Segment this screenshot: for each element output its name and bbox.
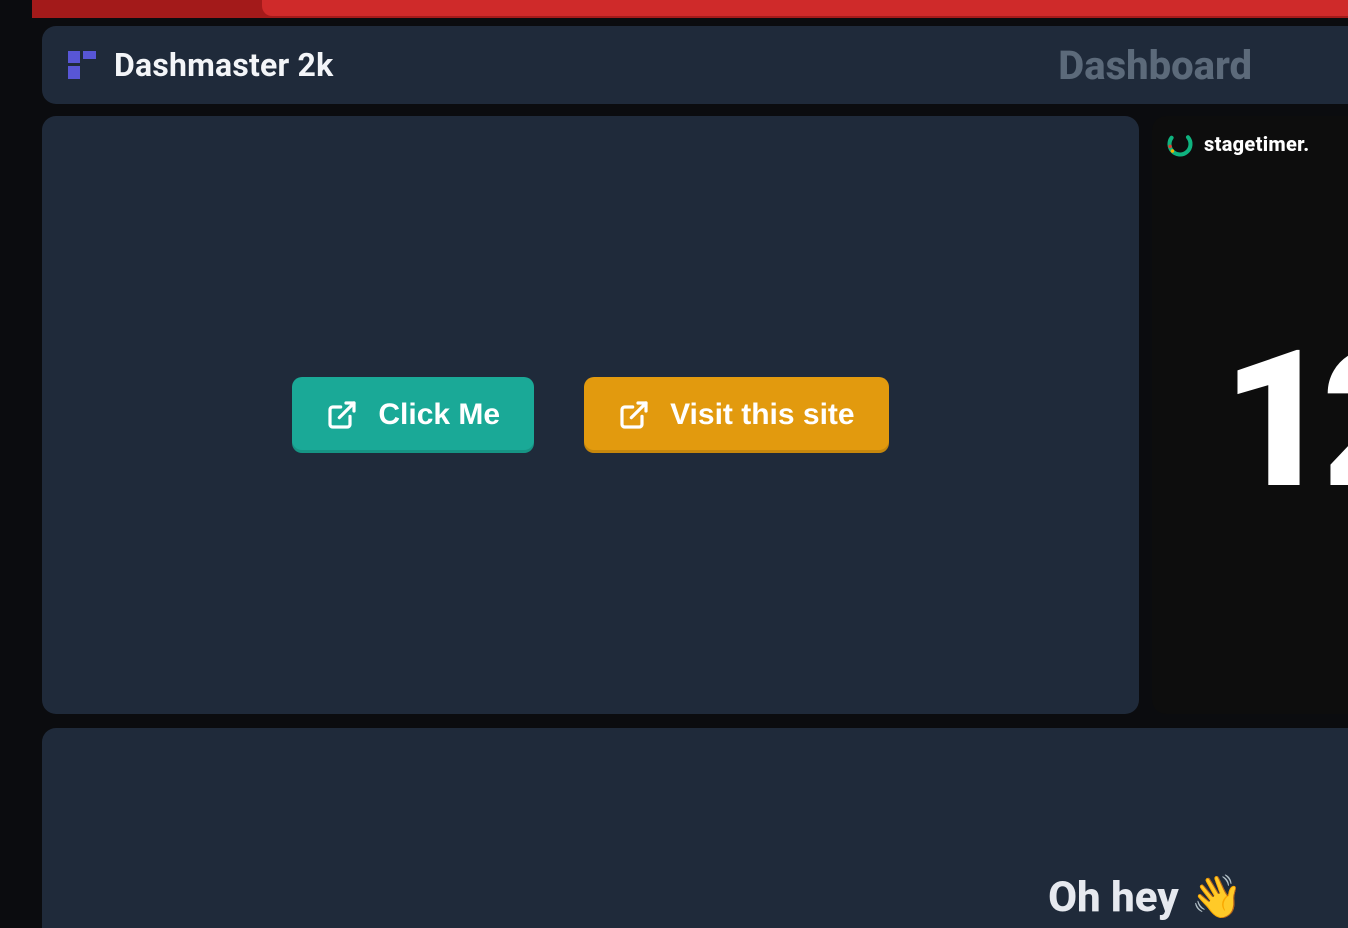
main-panel: Click Me Visit this site (42, 116, 1139, 714)
stagetimer-logo-icon (1166, 130, 1194, 158)
bottom-panel: Oh hey 👋 (42, 728, 1348, 928)
external-link-icon (326, 399, 358, 431)
greeting-text: Oh hey 👋 (1048, 873, 1243, 922)
brand-logo-icon (68, 51, 96, 79)
greeting-label: Oh hey (1048, 873, 1179, 922)
visit-site-button[interactable]: Visit this site (584, 377, 889, 453)
page-title: Dashboard (1058, 42, 1322, 89)
click-me-button[interactable]: Click Me (292, 377, 534, 453)
click-me-label: Click Me (378, 400, 500, 430)
visit-site-label: Visit this site (670, 400, 855, 430)
app-header: Dashmaster 2k Dashboard (42, 26, 1348, 104)
stagetimer-big-number: 12 (1222, 326, 1348, 516)
alert-strip (32, 0, 1348, 18)
alert-strip-inner (262, 0, 1348, 16)
stagetimer-widget: stagetimer. 12 (1152, 116, 1348, 714)
stagetimer-name: stagetimer. (1204, 132, 1310, 156)
stagetimer-header: stagetimer. (1166, 130, 1310, 158)
external-link-icon (618, 399, 650, 431)
wave-hand-icon: 👋 (1191, 873, 1243, 922)
brand-title: Dashmaster 2k (114, 46, 333, 84)
brand[interactable]: Dashmaster 2k (68, 46, 333, 84)
